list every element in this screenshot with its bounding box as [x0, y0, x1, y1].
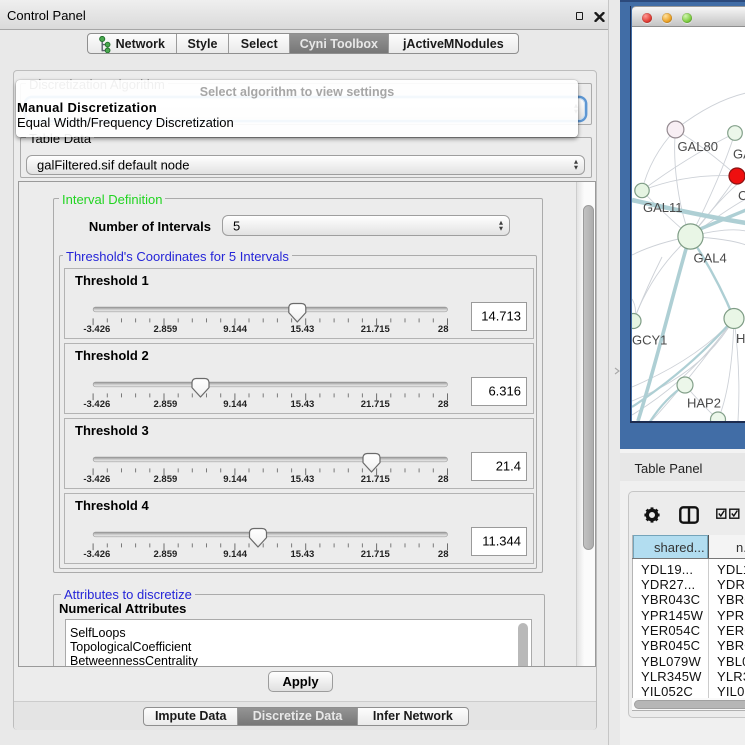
svg-text:2.859: 2.859: [154, 549, 178, 560]
svg-text:C: C: [738, 188, 745, 203]
svg-text:9.144: 9.144: [223, 324, 247, 335]
svg-text:GA: GA: [733, 147, 745, 162]
svg-text:GAL4: GAL4: [693, 251, 726, 266]
svg-text:28: 28: [438, 549, 449, 560]
svg-text:9.144: 9.144: [223, 549, 247, 560]
svg-text:-3.426: -3.426: [83, 474, 110, 485]
svg-text:15.43: 15.43: [291, 399, 315, 410]
svg-text:9.144: 9.144: [223, 399, 247, 410]
svg-text:HAP2: HAP2: [687, 396, 721, 411]
svg-text:15.43: 15.43: [291, 474, 315, 485]
svg-text:9.144: 9.144: [223, 474, 247, 485]
svg-text:-3.426: -3.426: [83, 324, 110, 335]
svg-text:2.859: 2.859: [154, 399, 178, 410]
svg-text:GAL80: GAL80: [677, 139, 717, 154]
svg-text:21.715: 21.715: [361, 399, 391, 410]
svg-text:21.715: 21.715: [361, 474, 391, 485]
svg-text:2.859: 2.859: [154, 474, 178, 485]
svg-text:21.715: 21.715: [361, 549, 391, 560]
svg-text:GCY1: GCY1: [632, 333, 667, 348]
svg-text:H: H: [736, 331, 745, 346]
svg-text:28: 28: [438, 474, 449, 485]
svg-text:15.43: 15.43: [291, 549, 315, 560]
svg-text:21.715: 21.715: [361, 324, 391, 335]
svg-text:28: 28: [438, 324, 449, 335]
svg-text:28: 28: [438, 399, 449, 410]
svg-text:-3.426: -3.426: [83, 399, 110, 410]
svg-text:GAL11: GAL11: [643, 200, 683, 215]
svg-text:15.43: 15.43: [291, 324, 315, 335]
svg-text:2.859: 2.859: [154, 324, 178, 335]
svg-text:-3.426: -3.426: [83, 549, 110, 560]
